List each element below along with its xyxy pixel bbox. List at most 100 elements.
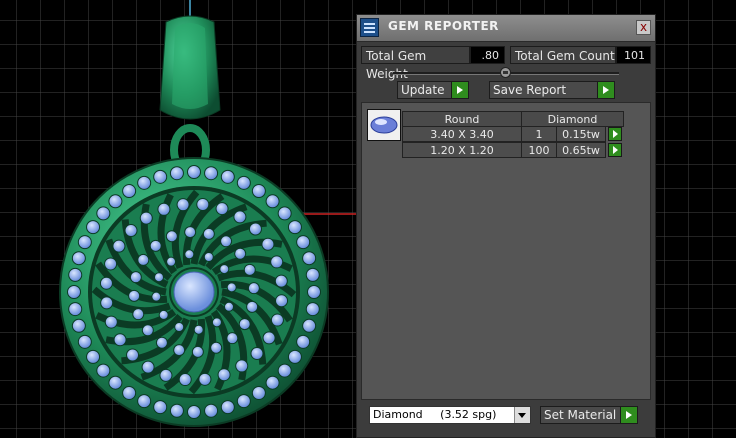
small-round-gem bbox=[196, 197, 210, 211]
small-round-gem bbox=[265, 194, 280, 209]
small-round-gem bbox=[251, 385, 266, 400]
small-round-gem bbox=[302, 318, 317, 333]
small-round-gem bbox=[126, 348, 140, 362]
play-arrow-icon bbox=[597, 82, 614, 98]
gem-count: 100 bbox=[521, 142, 557, 158]
small-round-gem bbox=[104, 257, 118, 271]
play-arrow-icon[interactable] bbox=[608, 127, 622, 141]
small-round-gem bbox=[178, 373, 192, 387]
small-round-gem bbox=[296, 235, 311, 250]
small-round-gem bbox=[71, 318, 86, 333]
small-round-gem bbox=[236, 175, 251, 190]
gem-weight: 0.15tw bbox=[556, 126, 606, 142]
small-round-gem bbox=[71, 251, 86, 266]
play-arrow-icon bbox=[620, 407, 637, 423]
gem-count: 1 bbox=[521, 126, 557, 142]
small-round-gem bbox=[157, 202, 171, 216]
small-round-gem bbox=[122, 385, 137, 400]
small-round-gem bbox=[77, 235, 92, 250]
gem-reporter-icon bbox=[360, 18, 379, 37]
small-round-gem bbox=[169, 166, 184, 181]
small-round-gem bbox=[307, 285, 321, 299]
small-round-gem bbox=[275, 294, 289, 308]
small-round-gem bbox=[198, 372, 212, 386]
small-round-gem bbox=[251, 184, 266, 199]
small-round-gem bbox=[305, 302, 320, 317]
small-round-gem bbox=[174, 322, 185, 333]
small-round-gem bbox=[187, 165, 201, 179]
play-arrow-icon bbox=[451, 82, 468, 98]
small-round-gem bbox=[158, 309, 169, 320]
small-round-gem bbox=[86, 349, 101, 364]
small-round-gem bbox=[77, 334, 92, 349]
small-round-gem bbox=[224, 301, 235, 312]
slider-knob-icon[interactable] bbox=[500, 67, 511, 78]
small-round-gem bbox=[132, 308, 145, 321]
small-round-gem bbox=[250, 346, 264, 360]
small-round-gem bbox=[100, 296, 114, 310]
small-round-gem bbox=[220, 169, 235, 184]
small-round-gem bbox=[265, 375, 280, 390]
small-round-gem bbox=[277, 363, 292, 378]
small-round-gem bbox=[193, 324, 204, 335]
small-round-gem bbox=[243, 263, 256, 276]
small-round-gem bbox=[176, 198, 190, 212]
small-round-gem bbox=[68, 302, 83, 317]
small-round-gem bbox=[99, 276, 113, 290]
small-round-gem bbox=[274, 274, 288, 288]
small-round-gem bbox=[165, 230, 178, 243]
small-round-gem bbox=[217, 368, 231, 382]
save-report-button[interactable]: Save Report bbox=[489, 81, 615, 99]
small-round-gem bbox=[234, 247, 247, 260]
material-header: Diamond bbox=[521, 111, 624, 127]
small-round-gem bbox=[277, 206, 292, 221]
set-material-button[interactable]: Set Material bbox=[540, 406, 638, 424]
title-bar[interactable]: GEM REPORTER x bbox=[357, 15, 655, 42]
play-arrow-icon[interactable] bbox=[608, 143, 622, 157]
small-round-gem bbox=[270, 313, 284, 327]
small-round-gem bbox=[86, 220, 101, 235]
small-round-gem bbox=[96, 206, 111, 221]
small-round-gem bbox=[211, 317, 222, 328]
update-button[interactable]: Update bbox=[397, 81, 469, 99]
gem-reporter-panel: GEM REPORTER x Total Gem Weight .80 Tota… bbox=[356, 14, 656, 438]
small-round-gem bbox=[169, 403, 184, 418]
small-round-gem bbox=[153, 169, 168, 184]
small-round-gem bbox=[104, 315, 118, 329]
small-round-gem bbox=[287, 349, 302, 364]
round-diamond-icon[interactable] bbox=[367, 109, 401, 141]
total-gem-count-label: Total Gem Count bbox=[510, 46, 616, 64]
small-round-gem bbox=[141, 324, 154, 337]
small-round-gem bbox=[262, 331, 276, 345]
small-round-gem bbox=[108, 194, 123, 209]
shape-header: Round bbox=[402, 111, 522, 127]
small-round-gem bbox=[204, 166, 219, 181]
small-round-gem bbox=[220, 400, 235, 415]
small-round-gem bbox=[226, 332, 239, 345]
small-round-gem bbox=[219, 264, 230, 275]
small-round-gem bbox=[122, 184, 137, 199]
small-round-gem bbox=[137, 175, 152, 190]
small-round-gem bbox=[128, 289, 141, 302]
small-round-gem bbox=[68, 267, 83, 282]
small-round-gem bbox=[305, 267, 320, 282]
small-round-gem bbox=[166, 256, 177, 267]
small-round-gem bbox=[238, 318, 251, 331]
window-title: GEM REPORTER bbox=[388, 19, 499, 33]
small-round-gem bbox=[202, 227, 215, 240]
dropdown-arrow-icon[interactable] bbox=[514, 407, 530, 423]
small-round-gem bbox=[226, 282, 237, 293]
small-round-gem bbox=[246, 300, 259, 313]
material-selected-value: Diamond (3.52 spg) bbox=[373, 408, 497, 421]
small-round-gem bbox=[137, 253, 150, 266]
close-icon[interactable]: x bbox=[636, 20, 651, 35]
gem-size: 1.20 X 1.20 bbox=[402, 142, 522, 158]
set-material-button-label: Set Material bbox=[544, 408, 617, 422]
small-round-gem bbox=[247, 282, 260, 295]
total-gem-count-value: 101 bbox=[616, 46, 651, 64]
small-round-gem bbox=[248, 222, 262, 236]
total-gem-weight-label: Total Gem Weight bbox=[361, 46, 470, 81]
material-dropdown[interactable]: Diamond (3.52 spg) bbox=[369, 406, 531, 424]
small-round-gem bbox=[112, 239, 126, 253]
small-round-gem bbox=[302, 251, 317, 266]
